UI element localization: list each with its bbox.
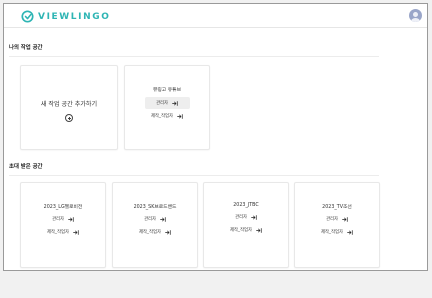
plus-circle-icon	[65, 114, 73, 122]
enter-arrow-icon	[342, 216, 348, 222]
manager-enter-button[interactable]: 관리자	[133, 213, 178, 225]
maker-label: 제작_작업자	[321, 230, 343, 235]
user-avatar-icon[interactable]	[409, 9, 422, 22]
manager-label: 관리자	[156, 101, 168, 106]
enter-arrow-icon	[160, 216, 166, 222]
my-spaces-title: 나의 작업 공간	[9, 45, 43, 51]
maker-enter-button[interactable]: 제작_작업자	[127, 226, 183, 238]
manager-label: 관리자	[235, 215, 247, 220]
maker-enter-button[interactable]: 제작_작업자	[218, 224, 274, 236]
maker-label: 제작_작업자	[139, 230, 161, 235]
enter-arrow-icon	[68, 216, 74, 222]
manager-enter-button[interactable]: 관리자	[315, 213, 360, 225]
top-header: VIEWLINGO	[4, 4, 427, 28]
space-name: 2023_TV조선	[322, 205, 352, 210]
logo[interactable]: VIEWLINGO	[21, 10, 110, 23]
enter-arrow-icon	[172, 100, 178, 106]
invited-spaces-title: 초대 받은 공간	[9, 164, 43, 170]
viewlingo-logo-icon	[21, 10, 34, 23]
manager-label: 관리자	[52, 217, 64, 222]
manager-enter-button[interactable]: 관리자	[224, 211, 269, 223]
manager-enter-button[interactable]: 관리자	[144, 97, 190, 109]
space-card-tvchosun: 2023_TV조선 관리자 제작_작업자	[294, 182, 380, 268]
enter-arrow-icon	[165, 229, 171, 235]
manager-enter-button[interactable]: 관리자	[41, 213, 86, 225]
brand-name: VIEWLINGO	[38, 11, 111, 22]
app-window: VIEWLINGO 나의 작업 공간 새 작업 공간 추가하기 뷰링고 유튜브 …	[3, 3, 428, 271]
space-name: 뷰링고 유튜브	[152, 88, 181, 93]
space-name: 2023_LG헬로비전	[43, 205, 83, 210]
enter-arrow-icon	[251, 214, 257, 220]
add-space-label: 새 작업 공간 추가하기	[40, 101, 98, 108]
space-name: 2023_SK브로드밴드	[133, 205, 177, 210]
invited-spaces-divider	[9, 175, 379, 176]
space-card-sk: 2023_SK브로드밴드 관리자 제작_작업자	[112, 182, 198, 268]
space-name: 2023_JTBC	[233, 203, 259, 208]
maker-label: 제작_작업자	[47, 230, 69, 235]
space-card-lg: 2023_LG헬로비전 관리자 제작_작업자	[20, 182, 106, 268]
maker-label: 제작_작업자	[230, 228, 252, 233]
enter-arrow-icon	[256, 227, 262, 233]
enter-arrow-icon	[347, 229, 353, 235]
manager-label: 관리자	[326, 217, 338, 222]
add-space-card[interactable]: 새 작업 공간 추가하기	[20, 65, 118, 150]
maker-enter-button[interactable]: 제작_작업자	[139, 110, 195, 122]
my-spaces-divider	[9, 56, 379, 57]
space-card-youtube: 뷰링고 유튜브 관리자 제작_작업자	[124, 65, 210, 150]
enter-arrow-icon	[177, 113, 183, 119]
space-card-jtbc: 2023_JTBC 관리자 제작_작업자	[203, 182, 289, 268]
maker-enter-button[interactable]: 제작_작업자	[309, 226, 365, 238]
enter-arrow-icon	[73, 229, 79, 235]
maker-enter-button[interactable]: 제작_작업자	[35, 226, 91, 238]
manager-label: 관리자	[144, 217, 156, 222]
maker-label: 제작_작업자	[151, 114, 173, 119]
